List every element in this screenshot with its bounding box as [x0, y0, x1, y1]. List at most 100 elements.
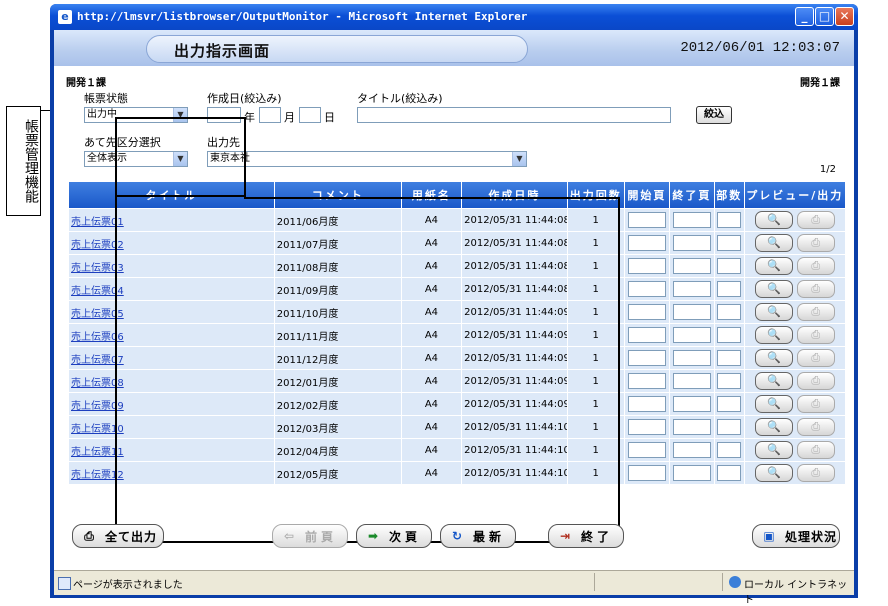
end-page-input[interactable]	[672, 327, 711, 343]
preview-button[interactable]: 🔍	[754, 395, 793, 413]
end-page-input[interactable]	[672, 235, 711, 251]
latest-button[interactable]: ↻ 最新	[440, 524, 516, 548]
start-page-input[interactable]	[627, 327, 666, 343]
close-button[interactable]: ✕	[835, 7, 854, 26]
copies-input[interactable]	[717, 281, 742, 297]
day-input[interactable]	[299, 107, 321, 123]
latest-label: 最新	[473, 530, 506, 544]
start-page-input[interactable]	[627, 281, 666, 297]
copies-input[interactable]	[717, 258, 742, 274]
all-output-label: 全て出力	[105, 530, 158, 544]
start-page-input[interactable]	[627, 442, 666, 458]
status-monitor-icon: ▣	[763, 529, 775, 543]
start-page-input[interactable]	[627, 350, 666, 366]
copies-input[interactable]	[717, 327, 742, 343]
end-page-input[interactable]	[672, 396, 711, 412]
print-button[interactable]: ⎙	[796, 349, 835, 367]
all-output-button[interactable]: ⎙ 全て出力	[72, 524, 164, 548]
start-page-input[interactable]	[627, 396, 666, 412]
start-page-input[interactable]	[627, 465, 666, 481]
copies-input[interactable]	[717, 442, 742, 458]
printer-icon: ⎙	[811, 443, 821, 456]
preview-button[interactable]: 🔍	[754, 326, 793, 344]
preview-button[interactable]: 🔍	[754, 303, 793, 321]
copies-input[interactable]	[717, 350, 742, 366]
end-page-input[interactable]	[672, 373, 711, 389]
start-page-input[interactable]	[627, 212, 666, 228]
preview-button[interactable]: 🔍	[754, 211, 793, 229]
cell-copies	[714, 462, 744, 484]
cell-copies	[714, 393, 744, 415]
preview-button[interactable]: 🔍	[754, 349, 793, 367]
end-page-input[interactable]	[672, 442, 711, 458]
printer-icon: ⎙	[811, 397, 821, 410]
month-input[interactable]	[259, 107, 281, 123]
preview-button[interactable]: 🔍	[754, 418, 793, 436]
end-page-input[interactable]	[672, 281, 711, 297]
minimize-button[interactable]: _	[795, 7, 814, 26]
end-page-input[interactable]	[672, 304, 711, 320]
printer-icon: ⎙	[811, 328, 821, 341]
start-page-input[interactable]	[627, 304, 666, 320]
title-filter-input[interactable]	[357, 107, 671, 123]
cell-start-page	[624, 324, 669, 346]
print-button[interactable]: ⎙	[796, 211, 835, 229]
date-label: 作成日(絞込み)	[207, 92, 282, 105]
end-page-input[interactable]	[672, 258, 711, 274]
dest-select[interactable]: 東京本社 ▼	[207, 151, 527, 167]
magnifier-icon: 🔍	[766, 236, 781, 249]
copies-input[interactable]	[717, 419, 742, 435]
print-button[interactable]: ⎙	[796, 234, 835, 252]
start-page-input[interactable]	[627, 419, 666, 435]
preview-button[interactable]: 🔍	[754, 280, 793, 298]
magnifier-icon: 🔍	[766, 328, 781, 341]
exit-button[interactable]: ⇥ 終了	[548, 524, 624, 548]
print-button[interactable]: ⎙	[796, 441, 835, 459]
print-button[interactable]: ⎙	[796, 464, 835, 482]
end-page-input[interactable]	[672, 419, 711, 435]
print-button[interactable]: ⎙	[796, 395, 835, 413]
print-button[interactable]: ⎙	[796, 418, 835, 436]
copies-input[interactable]	[717, 212, 742, 228]
maximize-button[interactable]: □	[815, 7, 834, 26]
exit-door-icon: ⇥	[559, 529, 571, 543]
end-page-input[interactable]	[672, 465, 711, 481]
cell-end-page	[669, 462, 714, 484]
start-page-input[interactable]	[627, 235, 666, 251]
start-page-input[interactable]	[627, 258, 666, 274]
cell-start-page	[624, 278, 669, 300]
preview-button[interactable]: 🔍	[754, 372, 793, 390]
copies-input[interactable]	[717, 465, 742, 481]
cell-start-page	[624, 301, 669, 323]
next-page-button[interactable]: ➡ 次頁	[356, 524, 432, 548]
print-button[interactable]: ⎙	[796, 326, 835, 344]
status-label: 帳票状態	[84, 92, 128, 105]
print-button[interactable]: ⎙	[796, 280, 835, 298]
prev-page-button[interactable]: ⇦ 前頁	[272, 524, 348, 548]
copies-input[interactable]	[717, 373, 742, 389]
process-status-label: 処理状況	[785, 530, 838, 544]
arrow-right-icon: ➡	[367, 529, 379, 543]
magnifier-icon: 🔍	[766, 397, 781, 410]
browser-window: e http://lmsvr/listbrowser/OutputMonitor…	[50, 4, 858, 606]
end-page-input[interactable]	[672, 212, 711, 228]
column-header-end-page: 終了頁	[669, 182, 714, 208]
page-icon	[58, 577, 71, 590]
preview-button[interactable]: 🔍	[754, 464, 793, 482]
print-button[interactable]: ⎙	[796, 372, 835, 390]
highlight-box-filters	[115, 117, 246, 197]
narrow-button[interactable]: 絞込	[696, 106, 732, 124]
copies-input[interactable]	[717, 396, 742, 412]
copies-input[interactable]	[717, 304, 742, 320]
preview-button[interactable]: 🔍	[754, 234, 793, 252]
preview-button[interactable]: 🔍	[754, 257, 793, 275]
preview-button[interactable]: 🔍	[754, 441, 793, 459]
print-button[interactable]: ⎙	[796, 257, 835, 275]
end-page-input[interactable]	[672, 350, 711, 366]
process-status-button[interactable]: ▣ 処理状況	[752, 524, 840, 548]
start-page-input[interactable]	[627, 373, 666, 389]
copies-input[interactable]	[717, 235, 742, 251]
cell-preview-output: 🔍 ⎙	[744, 255, 845, 277]
print-button[interactable]: ⎙	[796, 303, 835, 321]
ie-icon: e	[58, 10, 72, 24]
